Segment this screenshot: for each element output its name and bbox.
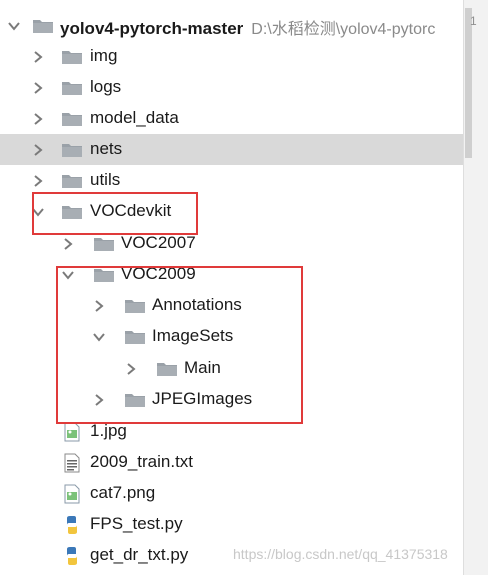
highlight-box-voc2009: [56, 266, 303, 424]
file-label: cat7.png: [90, 483, 156, 502]
project-tree: yolov4-pytorch-master D:\水稻检测\yolov4-pyto…: [0, 0, 463, 575]
image-file-icon: [64, 422, 80, 442]
file-label: 1.jpg: [90, 421, 127, 440]
folder-label: img: [90, 46, 118, 65]
folder-label: utils: [90, 170, 121, 189]
folder-icon: [62, 175, 82, 188]
tree-row-file-cat7-png[interactable]: cat7.png: [0, 478, 463, 509]
file-label: 2009_train.txt: [90, 452, 194, 471]
folder-icon: [33, 20, 53, 33]
scrollbar-thumb[interactable]: [465, 8, 472, 158]
folder-label: model_data: [90, 108, 179, 127]
project-name: yolov4-pytorch-master: [60, 19, 244, 38]
tree-row-nets[interactable]: nets: [0, 134, 463, 165]
text-file-icon: [64, 453, 80, 473]
tree-row-logs[interactable]: logs: [0, 72, 463, 103]
tree-row-model-data[interactable]: model_data: [0, 103, 463, 134]
chevron-right-icon[interactable]: [32, 175, 44, 187]
tree-row-file-fps-test-py[interactable]: FPS_test.py: [0, 509, 463, 540]
chevron-down-icon[interactable]: [8, 20, 20, 32]
python-file-icon: [67, 516, 77, 534]
tree-row-project-root[interactable]: yolov4-pytorch-master D:\水稻检测\yolov4-pyto…: [0, 10, 463, 41]
line-number: 1: [470, 14, 477, 28]
folder-icon: [62, 82, 82, 95]
chevron-right-icon[interactable]: [32, 144, 44, 156]
folder-label: nets: [90, 139, 123, 158]
project-root-label: yolov4-pytorch-master D:\水稻检测\yolov4-pyto…: [60, 15, 435, 39]
folder-icon: [62, 113, 82, 126]
tree-row-img[interactable]: img: [0, 41, 463, 72]
tree-row-file-2009-train-txt[interactable]: 2009_train.txt: [0, 447, 463, 478]
folder-label: VOC2007: [121, 233, 196, 252]
chevron-right-icon[interactable]: [32, 82, 44, 94]
image-file-icon: [64, 484, 80, 504]
highlight-box-vocdevkit: [32, 192, 198, 235]
folder-label: logs: [90, 77, 122, 96]
file-label: get_dr_txt.py: [90, 545, 189, 564]
chevron-right-icon[interactable]: [32, 113, 44, 125]
chevron-right-icon[interactable]: [32, 51, 44, 63]
file-label: FPS_test.py: [90, 514, 183, 533]
editor-gutter: 1: [463, 0, 488, 575]
chevron-right-icon[interactable]: [62, 238, 74, 250]
folder-icon: [62, 51, 82, 64]
folder-icon: [94, 238, 114, 251]
project-path: D:\水稻检测\yolov4-pytorc: [251, 21, 436, 38]
watermark-text: https://blog.csdn.net/qq_41375318: [233, 546, 448, 562]
folder-icon: [62, 144, 82, 157]
python-file-icon: [67, 547, 77, 565]
